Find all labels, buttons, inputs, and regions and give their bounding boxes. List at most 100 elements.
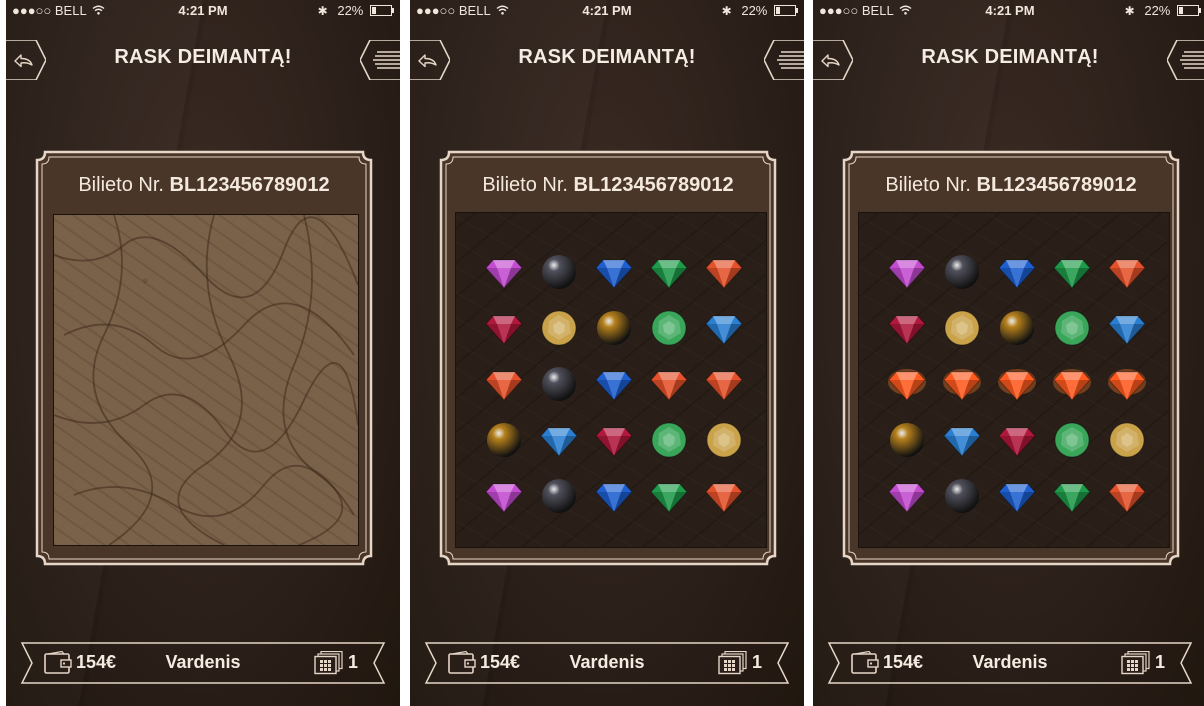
- cracked-texture: [54, 215, 358, 545]
- gem-ruby: [594, 419, 634, 459]
- menu-button[interactable]: [359, 39, 400, 81]
- scratch-ticket: Bilieto Nr. BL123456789012: [840, 148, 1182, 568]
- status-bar: ●●●○○ BELL 4:21 PM ✱ 22%: [6, 0, 400, 20]
- battery-percent: 22%: [741, 3, 768, 18]
- gem-sapphire: [594, 475, 634, 515]
- gem-emerald: [1052, 475, 1092, 515]
- bluetooth-icon: ✱: [1124, 4, 1135, 18]
- ticket-count: 1: [1155, 652, 1166, 672]
- battery-percent: 22%: [1144, 3, 1171, 18]
- gem-fire: [887, 363, 927, 403]
- gem-emerald: [649, 251, 689, 291]
- battery-percent: 22%: [337, 3, 364, 18]
- screen-revealed: ●●●○○ BELL 4:21 PM ✱ 22% RASK DEIMANTĄ!: [410, 0, 804, 706]
- page-title: RASK DEIMANTĄ!: [114, 46, 292, 68]
- gem-ruby: [887, 307, 927, 347]
- bluetooth-icon: ✱: [721, 4, 732, 18]
- gem-emerald-round: [1052, 419, 1092, 459]
- gem-fire: [1107, 363, 1147, 403]
- gem-topaz: [539, 419, 579, 459]
- ticket-number-label: Bilieto Nr. BL123456789012: [78, 174, 330, 196]
- gem-ruby-orange: [704, 475, 744, 515]
- scratch-surface[interactable]: [53, 214, 359, 546]
- gem-ruby: [997, 419, 1037, 459]
- gem-emerald-round: [649, 307, 689, 347]
- gem-emerald-round: [649, 419, 689, 459]
- gem-board: [455, 212, 767, 548]
- gem-ruby-orange: [484, 363, 524, 403]
- ticket-number: BL123456789012: [169, 174, 330, 196]
- gem-pearl: [942, 251, 982, 291]
- ticket-number-label: Bilieto Nr. BL123456789012: [885, 174, 1137, 196]
- ticket-number-label: Bilieto Nr. BL123456789012: [482, 174, 734, 196]
- gem-gold-pearl: [594, 307, 634, 347]
- menu-lines-icon: [1166, 39, 1204, 81]
- ticket-number: BL123456789012: [573, 174, 734, 196]
- gem-emerald: [1052, 251, 1092, 291]
- menu-lines-icon: [359, 39, 400, 81]
- ticket-stack-icon[interactable]: [1121, 651, 1151, 675]
- status-right: ✱ 22%: [1124, 3, 1201, 18]
- bottom-bar: 154€ Vardenis 1: [18, 640, 388, 686]
- gem-citrine: [942, 307, 982, 347]
- ticket-count: 1: [348, 652, 359, 672]
- bottom-bar: 154€ Vardenis 1: [422, 640, 792, 686]
- gem-gold-pearl: [887, 419, 927, 459]
- gem-topaz: [704, 307, 744, 347]
- gem-pearl: [539, 251, 579, 291]
- gem-sapphire: [594, 251, 634, 291]
- gem-topaz: [1107, 307, 1147, 347]
- gem-fire: [1052, 363, 1092, 403]
- gem-citrine: [704, 419, 744, 459]
- status-right: ✱ 22%: [721, 3, 798, 18]
- scratch-ticket: Bilieto Nr. BL123456789012: [33, 148, 375, 568]
- gem-ruby-orange: [1107, 475, 1147, 515]
- menu-button[interactable]: [763, 39, 804, 81]
- gem-ruby-orange: [704, 251, 744, 291]
- gem-amethyst: [484, 251, 524, 291]
- ticket-number: BL123456789012: [976, 174, 1137, 196]
- gem-emerald: [649, 475, 689, 515]
- gem-amethyst: [887, 251, 927, 291]
- battery-icon: [774, 5, 798, 16]
- nav-bar: RASK DEIMANTĄ!: [813, 20, 1204, 100]
- gem-sapphire: [594, 363, 634, 403]
- scratch-ticket: Bilieto Nr. BL123456789012: [437, 148, 779, 568]
- gem-ruby-orange: [649, 363, 689, 403]
- gem-ruby: [484, 307, 524, 347]
- screen-winning-row: ●●●○○ BELL 4:21 PM ✱ 22% RASK DEIMANTĄ!: [813, 0, 1204, 706]
- gem-emerald-round: [1052, 307, 1092, 347]
- bluetooth-icon: ✱: [317, 4, 328, 18]
- bottom-bar: 154€ Vardenis 1: [825, 640, 1195, 686]
- gem-amethyst: [887, 475, 927, 515]
- gem-ruby-orange: [1107, 251, 1147, 291]
- status-bar: ●●●○○ BELL 4:21 PM ✱ 22%: [813, 0, 1204, 20]
- status-bar: ●●●○○ BELL 4:21 PM ✱ 22%: [410, 0, 804, 20]
- gem-citrine: [1107, 419, 1147, 459]
- page-title: RASK DEIMANTĄ!: [518, 46, 696, 68]
- ticket-count: 1: [752, 652, 763, 672]
- gem-pearl: [539, 363, 579, 403]
- gem-gold-pearl: [484, 419, 524, 459]
- gem-ruby-orange: [704, 363, 744, 403]
- battery-icon: [370, 5, 394, 16]
- gem-pearl: [942, 475, 982, 515]
- status-right: ✱ 22%: [317, 3, 394, 18]
- gem-pearl: [539, 475, 579, 515]
- menu-button[interactable]: [1166, 39, 1204, 81]
- ticket-stack-icon[interactable]: [718, 651, 748, 675]
- screen-covered: ●●●○○ BELL 4:21 PM ✱ 22% RASK DEIMANTĄ!: [6, 0, 400, 706]
- gem-fire: [997, 363, 1037, 403]
- battery-icon: [1177, 5, 1201, 16]
- gem-board: [858, 212, 1170, 548]
- nav-bar: RASK DEIMANTĄ!: [6, 20, 400, 100]
- menu-lines-icon: [763, 39, 804, 81]
- gem-topaz: [942, 419, 982, 459]
- gem-citrine: [539, 307, 579, 347]
- gem-sapphire: [997, 475, 1037, 515]
- page-title: RASK DEIMANTĄ!: [921, 46, 1099, 68]
- gem-gold-pearl: [997, 307, 1037, 347]
- gem-amethyst: [484, 475, 524, 515]
- nav-bar: RASK DEIMANTĄ!: [410, 20, 804, 100]
- ticket-stack-icon[interactable]: [314, 651, 344, 675]
